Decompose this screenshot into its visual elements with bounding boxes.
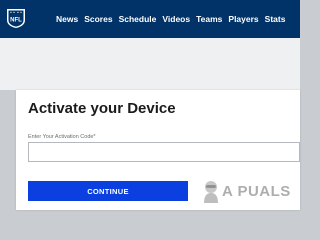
nav-item-schedule[interactable]: Schedule	[119, 14, 157, 24]
main-menu: News Scores Schedule Videos Teams Player…	[56, 0, 291, 38]
page: NFL News Scores Schedule Videos Teams Pl…	[0, 0, 300, 210]
appuals-watermark: A PUALS	[200, 178, 291, 204]
nav-item-teams[interactable]: Teams	[196, 14, 222, 24]
nav-item-scores[interactable]: Scores	[84, 14, 112, 24]
nfl-logo-icon[interactable]: NFL	[6, 7, 26, 29]
watermark-text: A PUALS	[222, 182, 291, 200]
nav-item-players[interactable]: Players	[228, 14, 258, 24]
header-background-band	[0, 38, 300, 90]
nav-item-news[interactable]: News	[56, 14, 78, 24]
top-navigation-bar: NFL News Scores Schedule Videos Teams Pl…	[0, 0, 300, 38]
mascot-icon	[204, 181, 218, 203]
nav-item-videos[interactable]: Videos	[162, 14, 190, 24]
activation-code-input[interactable]	[28, 142, 300, 162]
nav-item-stats[interactable]: Stats	[265, 14, 286, 24]
page-title: Activate your Device	[28, 100, 176, 117]
svg-text:NFL: NFL	[10, 18, 22, 24]
activation-code-label: Enter Your Activation Code*	[28, 134, 96, 140]
continue-button[interactable]: CONTINUE	[28, 181, 188, 201]
